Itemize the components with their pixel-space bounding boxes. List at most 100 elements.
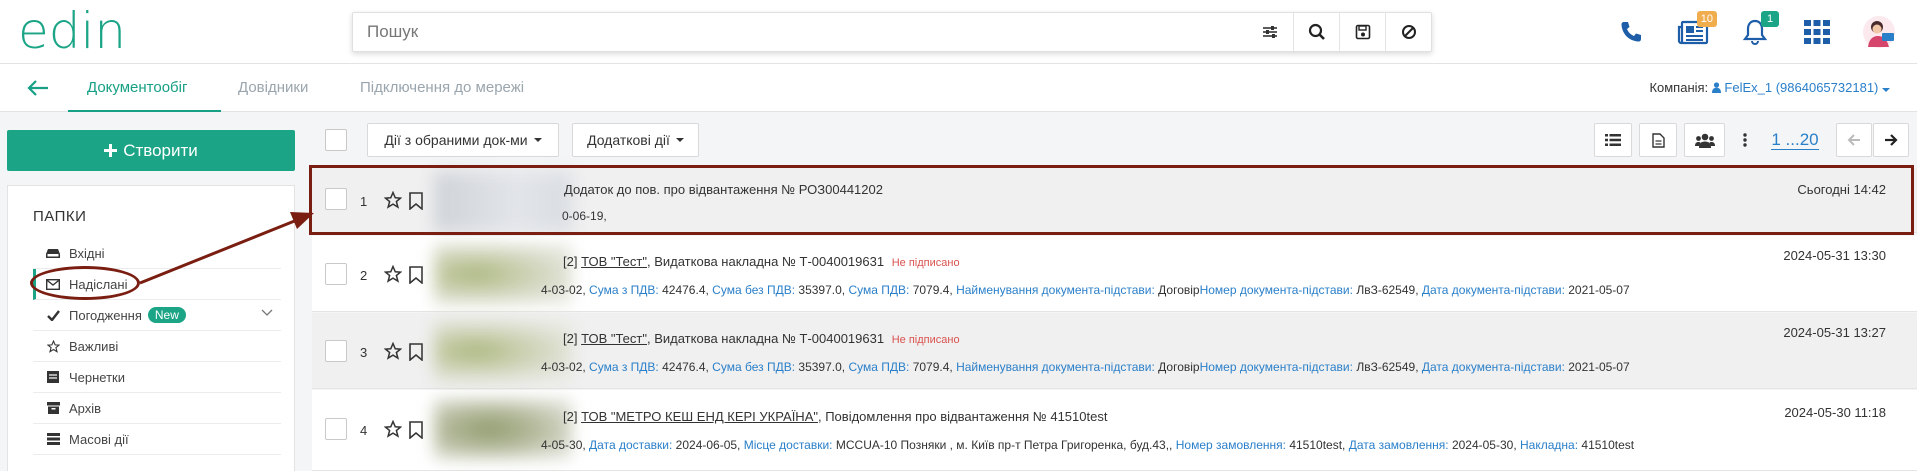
news-button[interactable]: 10 bbox=[1675, 11, 1717, 50]
user-avatar[interactable] bbox=[1861, 14, 1897, 50]
edin-logo[interactable]: edin bbox=[18, 10, 158, 54]
extra-actions-dropdown[interactable]: Додаткові дії bbox=[572, 123, 699, 157]
kebab-menu-icon bbox=[1742, 133, 1747, 147]
ban-icon bbox=[1401, 25, 1416, 39]
select-all-checkbox[interactable] bbox=[325, 129, 347, 151]
row-checkbox[interactable] bbox=[325, 418, 347, 440]
document-row[interactable]: 2 [2] ТОВ "Тест", Видаткова накладна № Т… bbox=[312, 236, 1917, 312]
meta-value: Договір bbox=[1158, 283, 1200, 297]
filter-settings-button[interactable] bbox=[1247, 13, 1293, 51]
row-number: 4 bbox=[360, 423, 368, 438]
star-icon[interactable] bbox=[384, 342, 402, 360]
meta-date: 4-03-02, bbox=[541, 283, 586, 297]
meta-key: Номер документа-підстави: bbox=[1199, 283, 1353, 297]
document-row[interactable]: 3 [2] ТОВ "Тест", Видаткова накладна № Т… bbox=[312, 313, 1917, 389]
back-arrow-icon[interactable] bbox=[26, 78, 50, 98]
meta-key: Сума з ПДВ: bbox=[589, 360, 659, 374]
tab-document-flow[interactable]: Документообіг bbox=[68, 64, 221, 112]
arrow-right-icon bbox=[1885, 134, 1898, 146]
clear-search-button[interactable] bbox=[1385, 13, 1431, 51]
page-range[interactable]: 1 ...20 bbox=[1764, 123, 1826, 157]
sender-count: [2] bbox=[563, 409, 578, 424]
bookmark-icon[interactable] bbox=[409, 421, 423, 439]
document-meta: 0-06-19, bbox=[562, 209, 607, 223]
list-view-button[interactable] bbox=[1594, 123, 1632, 157]
document-view-button[interactable] bbox=[1639, 123, 1677, 157]
selected-actions-dropdown[interactable]: Дії з обраними док-ми bbox=[367, 123, 559, 157]
sender-count: [2] bbox=[563, 254, 578, 269]
folder-bulk-actions[interactable]: Масові дії bbox=[33, 424, 281, 455]
document-title-line: [2] ТОВ "МЕТРО КЕШ ЕНД КЕРІ УКРАЇНА", По… bbox=[563, 409, 1107, 424]
bookmark-icon[interactable] bbox=[409, 266, 423, 284]
star-icon[interactable] bbox=[384, 191, 402, 209]
meta-key: Сума ПДВ: bbox=[848, 360, 910, 374]
row-checkbox[interactable] bbox=[325, 188, 347, 210]
save-search-button[interactable] bbox=[1339, 13, 1385, 51]
folder-approval[interactable]: Погодження New bbox=[33, 300, 281, 331]
document-meta: 4-05-30, Дата доставки: 2024-06-05, Місц… bbox=[541, 438, 1634, 452]
counterparty-link[interactable]: ТОВ "МЕТРО КЕШ ЕНД КЕРІ УКРАЇНА" bbox=[581, 409, 818, 424]
phone-icon bbox=[1621, 22, 1641, 42]
meta-key: Місце доставки: bbox=[743, 438, 833, 452]
row-checkbox[interactable] bbox=[325, 340, 347, 362]
document-row[interactable]: 1 Додаток до пов. про відвантаження № РО… bbox=[312, 168, 1917, 233]
company-selector[interactable]: Компанія: FelEx_1 (9864065732181) bbox=[1649, 80, 1890, 95]
folder-drafts[interactable]: Чернетки bbox=[33, 362, 281, 393]
tab-references[interactable]: Довідники bbox=[238, 64, 308, 112]
meta-key: Дата доставки: bbox=[589, 438, 673, 452]
draft-icon bbox=[45, 370, 61, 384]
more-options-button[interactable] bbox=[1732, 123, 1757, 157]
meta-key: Сума з ПДВ: bbox=[589, 283, 659, 297]
users-button[interactable] bbox=[1684, 123, 1725, 157]
counterparty-link[interactable]: ТОВ "Тест" bbox=[581, 254, 647, 269]
meta-value: Договір bbox=[1158, 360, 1200, 374]
meta-value: MCCUA-10 Позняки , м. Київ пр-т Петра Гр… bbox=[835, 438, 1173, 452]
meta-value: 7079.4, bbox=[912, 360, 953, 374]
status-badge: Не підписано bbox=[891, 257, 960, 269]
meta-value: ЛвЗ-62549, bbox=[1356, 360, 1419, 374]
folder-archive[interactable]: Архів bbox=[33, 393, 281, 424]
arrow-left-icon bbox=[1847, 134, 1860, 146]
star-icon[interactable] bbox=[384, 420, 402, 438]
inbox-icon bbox=[45, 246, 61, 260]
folder-important[interactable]: Важливі bbox=[33, 331, 281, 362]
meta-value: 41510test, bbox=[1289, 438, 1346, 452]
section-nav: Документообіг Довідники Підключення до м… bbox=[0, 64, 1917, 112]
meta-date: 4-03-02, bbox=[541, 360, 586, 374]
folder-inbox[interactable]: Вхідні bbox=[33, 238, 281, 269]
meta-value: 7079.4, bbox=[912, 283, 953, 297]
search-input[interactable] bbox=[353, 13, 1247, 51]
meta-value: 2024-05-30, bbox=[1451, 438, 1517, 452]
chevron-down-icon[interactable] bbox=[261, 309, 273, 317]
document-meta: 4-03-02, Сума з ПДВ: 42476.4, Сума без П… bbox=[541, 360, 1630, 374]
meta-key: Найменування документа-підстави: bbox=[956, 360, 1155, 374]
row-number: 2 bbox=[360, 268, 368, 283]
meta-value: 2021-05-07 bbox=[1568, 360, 1630, 374]
counterparty-link[interactable]: ТОВ "Тест" bbox=[581, 331, 647, 346]
row-checkbox[interactable] bbox=[325, 263, 347, 285]
star-icon bbox=[45, 339, 61, 353]
apps-button[interactable] bbox=[1799, 14, 1835, 50]
notifications-button[interactable]: 1 bbox=[1737, 11, 1779, 50]
folder-sent[interactable]: Надіслані bbox=[33, 269, 281, 300]
document-title: , Видаткова накладна № Т-0040019631 bbox=[646, 254, 885, 269]
document-row[interactable]: 4 [2] ТОВ "МЕТРО КЕШ ЕНД КЕРІ УКРАЇНА", … bbox=[312, 390, 1917, 471]
phone-button[interactable] bbox=[1613, 14, 1649, 50]
document-title: , Повідомлення про відвантаження № 41510… bbox=[817, 409, 1108, 424]
user-icon bbox=[1711, 82, 1721, 93]
document-title: , Видаткова накладна № Т-0040019631 bbox=[646, 331, 885, 346]
top-header: edin Пошук 10 1 bbox=[0, 0, 1917, 64]
extra-actions-label: Додаткові дії bbox=[587, 132, 670, 148]
next-page-button[interactable] bbox=[1873, 123, 1909, 157]
bookmark-icon[interactable] bbox=[409, 343, 423, 361]
create-button[interactable]: Створити bbox=[7, 130, 295, 171]
search-button[interactable] bbox=[1293, 13, 1339, 51]
folder-label: Масові дії bbox=[69, 431, 129, 447]
meta-value: 41510test bbox=[1581, 438, 1635, 452]
star-icon[interactable] bbox=[384, 265, 402, 283]
bookmark-icon[interactable] bbox=[409, 192, 423, 210]
prev-page-button[interactable] bbox=[1836, 123, 1872, 157]
document-date: 2024-05-31 13:27 bbox=[1783, 325, 1886, 340]
tab-network-connection[interactable]: Підключення до мережі bbox=[360, 64, 524, 112]
folder-label: Вхідні bbox=[69, 245, 105, 261]
